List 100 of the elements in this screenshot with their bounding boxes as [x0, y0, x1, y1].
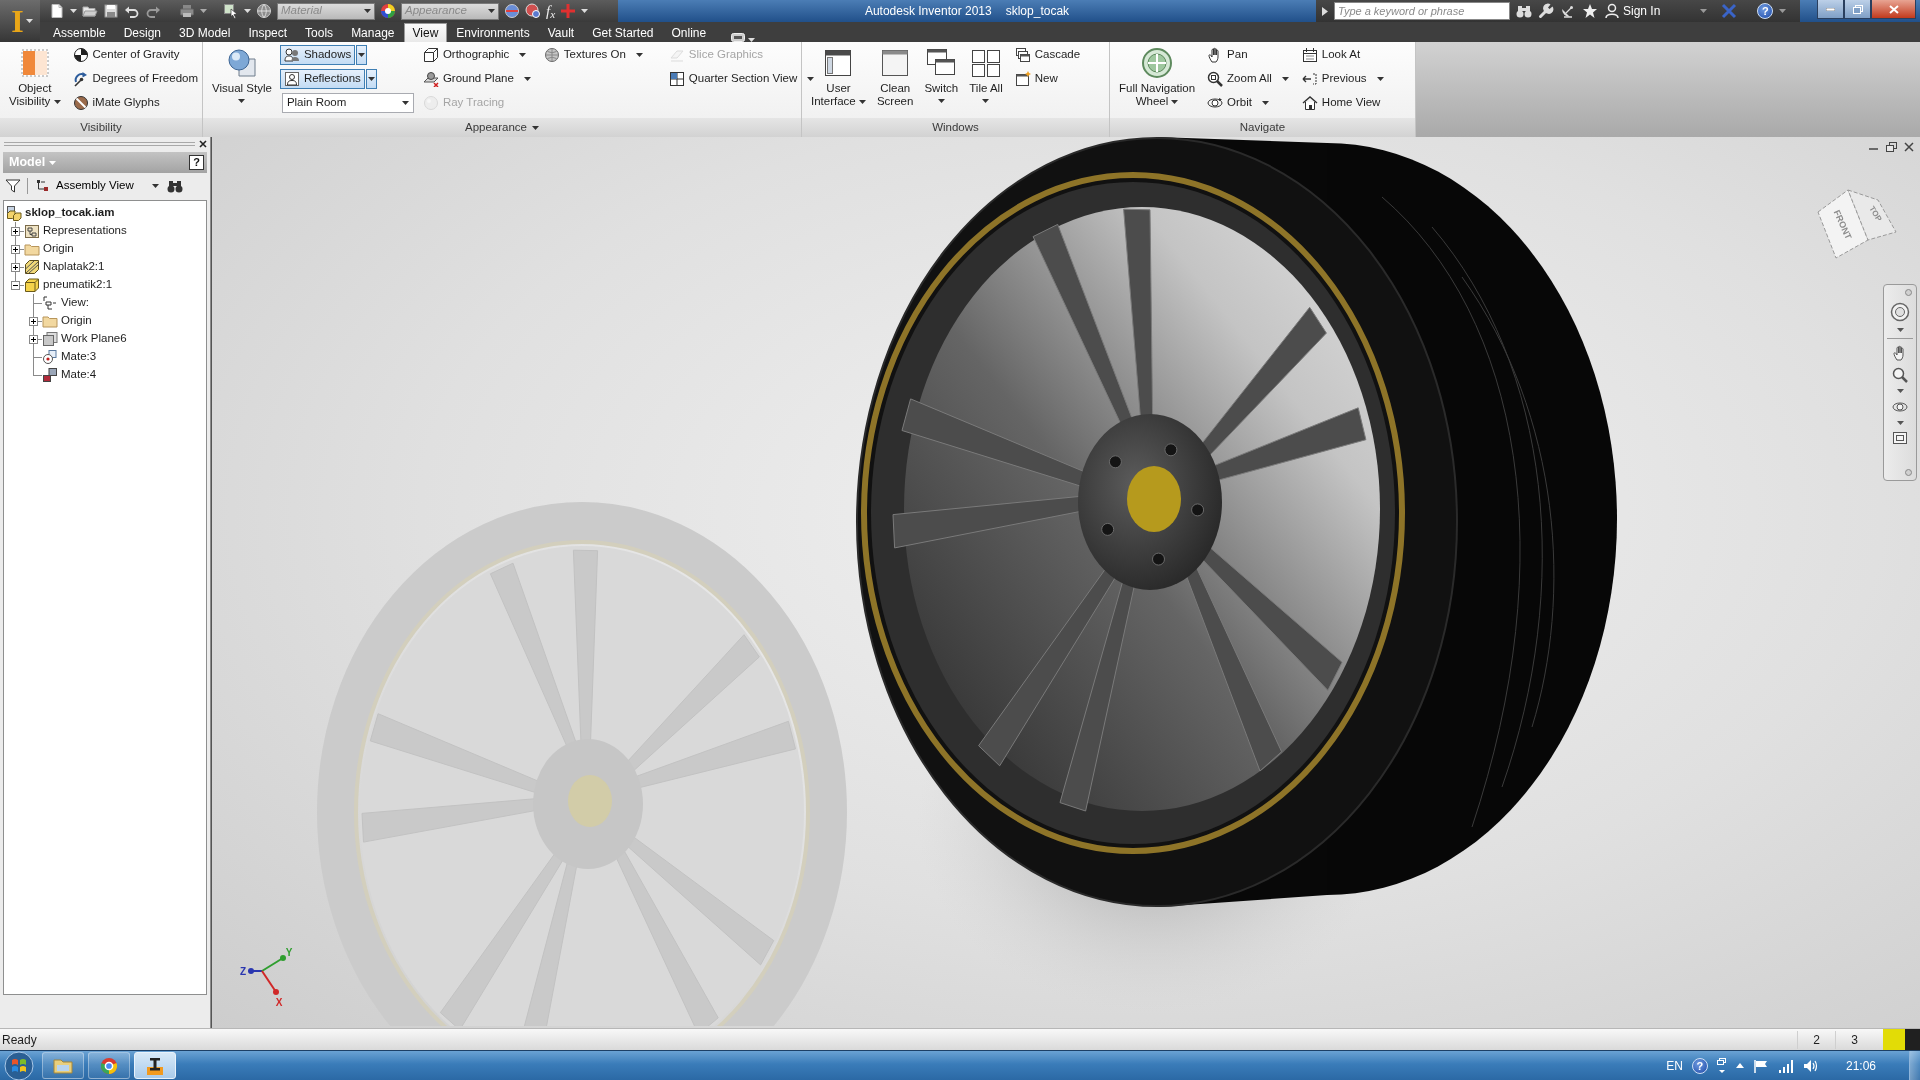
cursor-box-icon[interactable]	[223, 3, 239, 19]
tree-item-label[interactable]: Representations	[43, 222, 127, 240]
ribbon-button[interactable]: Object Visibility	[6, 44, 64, 116]
dropdown-arrow-button[interactable]	[356, 45, 368, 65]
tree-item-label[interactable]: Origin	[43, 240, 74, 258]
ribbon-button[interactable]: Reflections	[279, 69, 365, 89]
taskbar-button[interactable]	[134, 1052, 176, 1079]
expand-toggle-icon[interactable]	[29, 334, 38, 344]
caret-icon[interactable]	[1700, 9, 1708, 13]
restore-icon[interactable]	[1886, 142, 1897, 152]
help-button[interactable]: ?	[189, 155, 204, 170]
signal-bars-icon[interactable]	[1777, 1058, 1794, 1073]
ribbon-button[interactable]: Orthographic	[418, 45, 535, 65]
ribbon-button[interactable]: iMate Glyphs	[68, 93, 202, 113]
ribbon-button[interactable]: Look At	[1297, 45, 1388, 65]
ribbon-button[interactable]: Switch	[921, 44, 962, 116]
filter-icon[interactable]	[5, 177, 21, 194]
language-indicator[interactable]: EN	[1666, 1056, 1683, 1075]
ribbon-button[interactable]: New	[1010, 69, 1085, 89]
ribbon-button[interactable]: Previous	[1297, 69, 1388, 89]
flag-icon[interactable]	[1752, 1058, 1769, 1073]
formula-button[interactable]: f$_{x}$	[546, 3, 556, 19]
caret-icon[interactable]	[1896, 421, 1904, 425]
ribbon-button[interactable]: Clean Screen	[873, 44, 917, 116]
ribbon-tab[interactable]: Online	[662, 23, 716, 42]
ribbon-tab[interactable]: 3D Model	[170, 23, 240, 42]
tree-item-label[interactable]: Naplatak2:1	[43, 258, 105, 276]
ribbon-button[interactable]: Center of Gravity	[68, 45, 202, 65]
globe-icon[interactable]	[256, 3, 272, 19]
caret-icon[interactable]	[1896, 389, 1904, 393]
tree-item-label[interactable]: Work Plane6	[61, 330, 127, 348]
close-icon[interactable]	[199, 140, 207, 148]
expand-triangle-icon[interactable]	[1322, 6, 1328, 16]
window-pair-icon[interactable]	[1716, 1056, 1727, 1075]
ribbon-button[interactable]: Visual Style	[209, 44, 275, 116]
ribbon-button[interactable]: Tile All	[966, 44, 1006, 116]
ribbon-tab[interactable]: Tools	[296, 23, 343, 42]
ribbon-tab[interactable]: Design	[114, 23, 171, 42]
ribbon-tab[interactable]: Assemble	[44, 23, 115, 42]
expand-toggle-icon[interactable]	[11, 262, 20, 272]
up-arrow-icon[interactable]	[1735, 1063, 1744, 1068]
panel-toggle-icon[interactable]	[731, 33, 746, 42]
ribbon-button[interactable]: Shadows	[279, 45, 356, 65]
ribbon-tab[interactable]: Environments	[447, 23, 539, 42]
expand-toggle-icon[interactable]	[11, 244, 20, 254]
caret-icon[interactable]	[581, 9, 589, 13]
ribbon-tab[interactable]: Get Started	[583, 23, 663, 42]
maximize-button[interactable]	[1844, 0, 1871, 19]
sign-in-button[interactable]: Sign In	[1623, 2, 1661, 20]
ribbon-button[interactable]: Degrees of Freedom	[68, 69, 202, 89]
caret-icon[interactable]	[532, 125, 539, 130]
orbit-icon[interactable]	[1892, 399, 1908, 415]
help-button[interactable]: ?	[1691, 1057, 1708, 1074]
color-wheel-icon[interactable]	[380, 3, 396, 19]
tree-item-label[interactable]: Origin	[61, 312, 92, 330]
ribbon-button[interactable]: Orbit	[1203, 93, 1293, 113]
ribbon-tab[interactable]: View	[403, 23, 448, 42]
steering-wheel-icon[interactable]	[1890, 302, 1910, 322]
dropdown-arrow-button[interactable]	[365, 69, 377, 89]
ribbon-tab[interactable]: Manage	[342, 23, 404, 42]
help-button[interactable]: ?	[1757, 3, 1774, 19]
magnifier-icon[interactable]	[1892, 367, 1908, 383]
caret-icon[interactable]	[70, 9, 77, 13]
tree-item-label[interactable]: pneumatik2:1	[43, 276, 113, 294]
tree-item-label[interactable]: sklop_tocak.iam	[25, 204, 115, 222]
search-field[interactable]: Type a keyword or phrase	[1334, 2, 1510, 20]
minimize-button[interactable]	[1817, 0, 1844, 19]
close-button[interactable]	[1871, 0, 1916, 19]
view-mode-dropdown[interactable]: Assembly View	[34, 176, 161, 195]
application-menu-button[interactable]: I	[0, 0, 40, 42]
ribbon-tab[interactable]: Vault	[538, 23, 584, 42]
overlapping-spheres-icon[interactable]	[525, 3, 541, 19]
ribbon-button[interactable]: Ground Plane	[418, 69, 535, 89]
ribbon-button[interactable]: Home View	[1297, 93, 1388, 113]
open-folder-icon[interactable]	[82, 3, 98, 19]
star-icon[interactable]	[1582, 3, 1598, 19]
tree-item-label[interactable]: Mate:4	[61, 366, 97, 384]
binoculars-icon[interactable]	[166, 178, 183, 193]
collapse-toggle-icon[interactable]	[11, 280, 20, 290]
clock[interactable]: 21:06	[1827, 1056, 1900, 1075]
ribbon-tab[interactable]: Inspect	[239, 23, 297, 42]
binoculars-icon[interactable]	[1516, 3, 1532, 19]
speaker-icon[interactable]	[1802, 1058, 1819, 1073]
printer-icon[interactable]	[179, 3, 195, 19]
striped-sphere-icon[interactable]	[504, 3, 520, 19]
expand-toggle-icon[interactable]	[11, 226, 20, 236]
tree-item-label[interactable]: View:	[61, 294, 89, 312]
ribbon-button[interactable]: Cascade	[1010, 45, 1085, 65]
expand-toggle-icon[interactable]	[29, 316, 38, 326]
environment-dropdown[interactable]: Plain Room	[281, 93, 414, 113]
caret-icon[interactable]	[1896, 328, 1904, 332]
ribbon-button[interactable]: Pan	[1203, 45, 1293, 65]
close-icon[interactable]	[1904, 142, 1914, 152]
framed-rectangle-icon[interactable]	[1892, 431, 1908, 445]
wrench-icon[interactable]	[1538, 3, 1554, 19]
new-file-icon[interactable]	[49, 3, 65, 19]
caret-icon[interactable]	[1779, 9, 1787, 13]
ribbon-button[interactable]: Zoom All	[1203, 69, 1293, 89]
tree-item-label[interactable]: Mate:3	[61, 348, 97, 366]
satellite-dish-icon[interactable]	[1560, 3, 1576, 19]
